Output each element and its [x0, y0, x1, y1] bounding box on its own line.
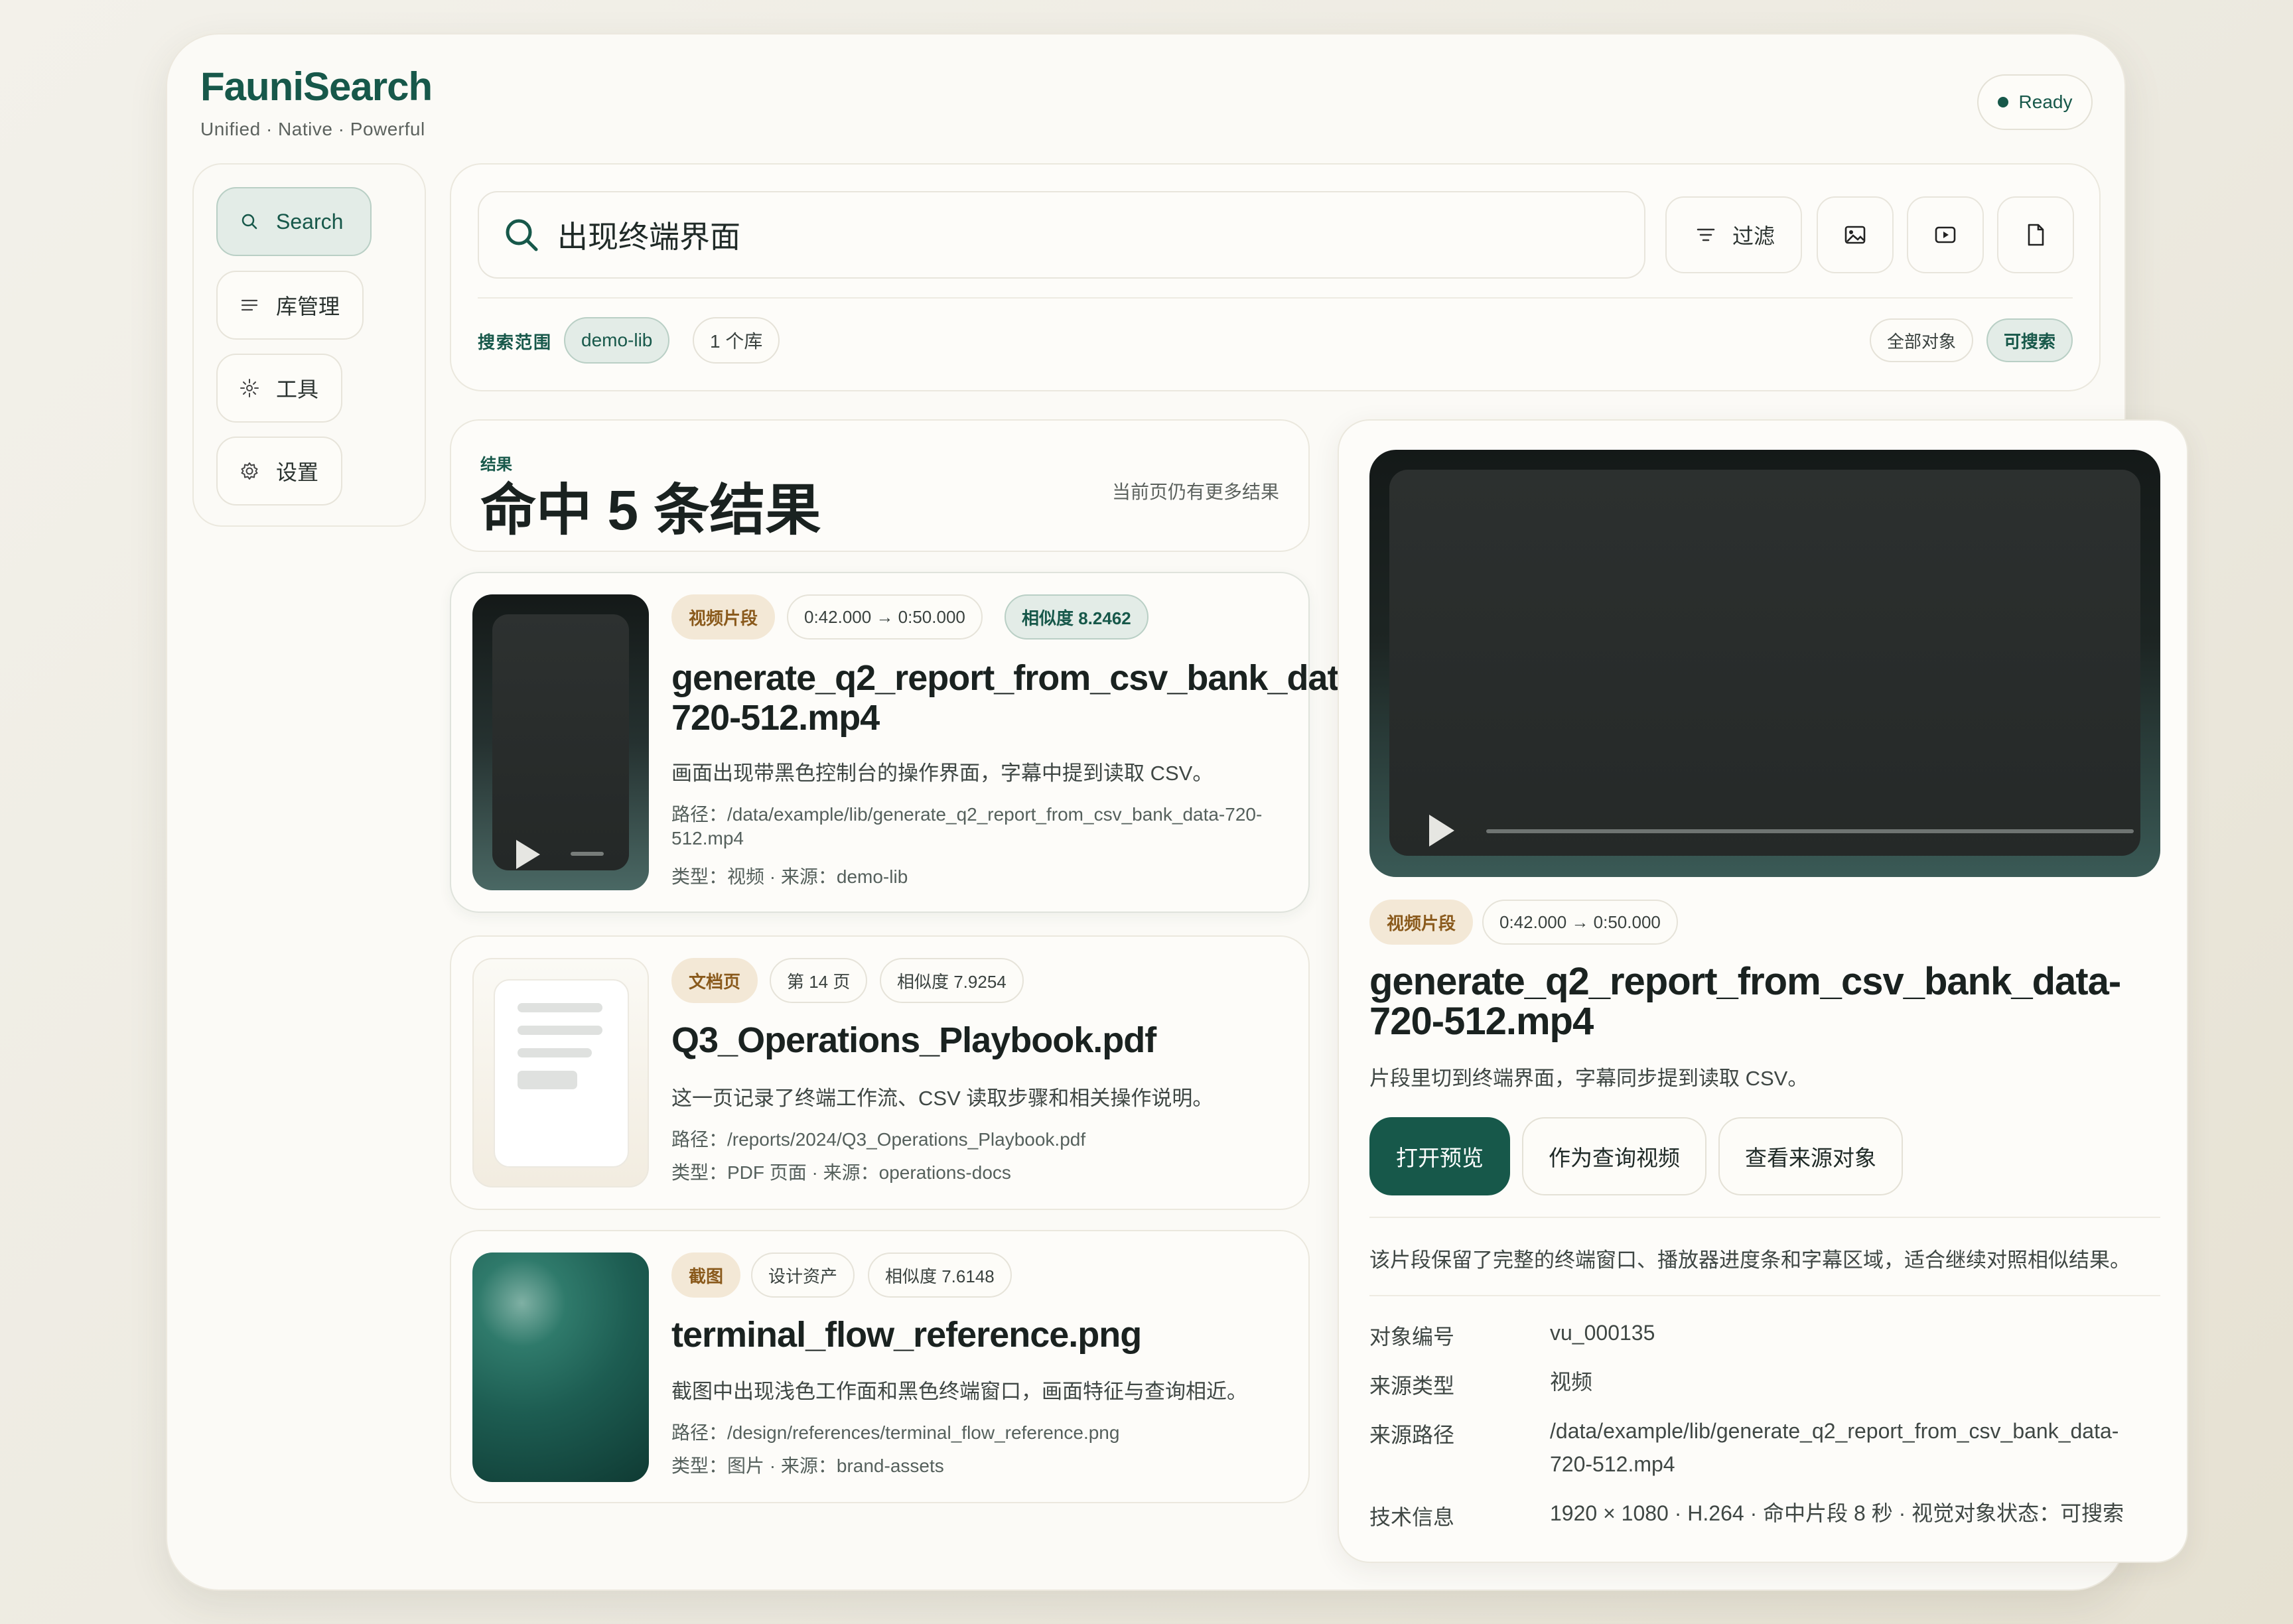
document-search-button[interactable] — [1997, 196, 2074, 273]
result-card-document[interactable]: 文档页 第 14 页 相似度 7.9254 Q3_Operations_Play… — [450, 935, 1310, 1210]
result-meta: 类型：图片 · 来源：brand-assets — [671, 1455, 944, 1476]
search-icon — [242, 214, 257, 230]
video-thumbnail — [472, 594, 649, 890]
result-meta: 类型：视频 · 来源：demo-lib — [671, 866, 908, 887]
video-player[interactable] — [1369, 450, 2160, 877]
detail-note: 该片段保留了完整的终端窗口、播放器进度条和字幕区域，适合继续对照相似结果。 — [1369, 1249, 2130, 1272]
type-tag: 截图 — [671, 1252, 741, 1298]
result-path: 路径：/data/example/lib/generate_q2_report_… — [671, 800, 1262, 853]
result-path: 路径：/design/references/terminal_flow_refe… — [671, 1422, 1120, 1443]
player-progress-bar[interactable] — [1486, 829, 2134, 833]
filter-button[interactable]: 过滤 — [1665, 196, 1802, 273]
divider — [1369, 1295, 2160, 1296]
sidebar-item-search[interactable]: Search — [216, 187, 372, 256]
result-path-line: 路径：/data/example/lib/generate_q2_report_… — [671, 804, 1263, 825]
detail-panel: 视频片段 0:42.000 → 0:50.000 generate_q2_rep… — [1338, 419, 2188, 1563]
filter-icon — [1697, 228, 1715, 241]
field-value: 1920 × 1080 · H.264 · 命中片段 8 秒 · 视觉对象状态：… — [1550, 1501, 2124, 1525]
open-preview-button[interactable]: 打开预览 — [1369, 1117, 1510, 1195]
scope-library-chip[interactable]: demo-lib — [564, 317, 670, 364]
field-label: 来源类型 — [1369, 1374, 1455, 1398]
sidebar-item-settings[interactable]: 设置 — [216, 437, 342, 506]
field-label: 对象编号 — [1369, 1325, 1455, 1349]
gear-icon — [241, 462, 258, 480]
time-range-tag: 0:42.000 → 0:50.000 — [1482, 900, 1678, 945]
result-title-line: 720-512.mp4 — [671, 698, 880, 738]
document-icon — [2028, 224, 2044, 246]
all-objects-chip[interactable]: 全部对象 — [1870, 318, 1974, 362]
result-title-line: generate_q2_report_from_csv_bank_data- — [671, 658, 1369, 698]
sidebar-item-library[interactable]: 库管理 — [216, 271, 364, 340]
sidebar-item-label: 工具 — [276, 377, 319, 401]
use-as-query-button[interactable]: 作为查询视频 — [1522, 1117, 1706, 1195]
detail-description: 片段里切到终端界面，字幕同步提到读取 CSV。 — [1369, 1067, 1809, 1090]
time-range-tag: 0:42.000 → 0:50.000 — [787, 594, 983, 640]
results-title: 命中 5 条结果 — [480, 479, 821, 541]
view-source-button[interactable]: 查看来源对象 — [1718, 1117, 1903, 1195]
page-tag: 第 14 页 — [770, 958, 868, 1003]
result-title[interactable]: Q3_Operations_Playbook.pdf — [671, 1020, 1156, 1060]
document-thumbnail — [472, 958, 649, 1187]
results-header: 结果 命中 5 条结果 当前页仍有更多结果 — [450, 419, 1310, 552]
type-tag: 视频片段 — [671, 594, 776, 640]
divider — [478, 297, 2073, 299]
image-icon — [1844, 226, 1866, 244]
sidebar: Search 库管理 工具 设置 — [192, 163, 426, 527]
video-screen — [1389, 470, 2140, 856]
score-tag: 相似度 7.6148 — [868, 1252, 1012, 1298]
sidebar-item-label: 库管理 — [276, 295, 340, 318]
searchable-chip[interactable]: 可搜索 — [1986, 318, 2073, 362]
type-tag: 视频片段 — [1369, 900, 1474, 945]
image-thumbnail — [472, 1252, 649, 1482]
scope-label: 搜索范围 — [478, 332, 553, 352]
search-input[interactable] — [557, 217, 1553, 253]
result-meta: 类型：PDF 页面 · 来源：operations-docs — [671, 1162, 1011, 1183]
result-description: 画面出现带黑色控制台的操作界面，字幕中提到读取 CSV。 — [671, 762, 1214, 785]
type-tag: 文档页 — [671, 958, 758, 1003]
play-icon — [516, 840, 540, 869]
sparkle-icon — [240, 379, 259, 397]
field-label: 来源路径 — [1369, 1423, 1455, 1447]
divider — [1369, 1217, 2160, 1218]
scope-count-chip[interactable]: 1 个库 — [693, 317, 780, 364]
result-card-image[interactable]: 截图 设计资产 相似度 7.6148 terminal_flow_referen… — [450, 1230, 1310, 1503]
progress-bar — [571, 852, 604, 856]
video-icon — [1935, 226, 1956, 243]
status-label: Ready — [2018, 92, 2073, 112]
score-tag: 相似度 8.2462 — [1005, 594, 1148, 640]
detail-title: generate_q2_report_from_csv_bank_data-72… — [1369, 960, 2121, 1043]
result-card-video[interactable]: 视频片段 0:42.000 → 0:50.000 相似度 8.2462 gene… — [450, 572, 1369, 913]
video-search-button[interactable] — [1907, 196, 1984, 273]
search-icon — [506, 219, 538, 251]
search-panel: 过滤 搜索范围 demo-lib 1 个库 全部对象 可搜索 — [450, 163, 2101, 391]
sidebar-item-label: 设置 — [276, 460, 319, 484]
search-box[interactable] — [478, 191, 1645, 279]
score-tag: 相似度 7.9254 — [880, 958, 1024, 1003]
results-note: 当前页仍有更多结果 — [1111, 482, 1279, 502]
field-value: vu_000135 — [1550, 1321, 1655, 1345]
result-title[interactable]: generate_q2_report_from_csv_bank_data- 7… — [671, 658, 1369, 738]
field-value: /data/example/lib/generate_q2_report_fro… — [1550, 1419, 2119, 1476]
result-title[interactable]: terminal_flow_reference.png — [671, 1315, 1142, 1355]
result-path: 路径：/reports/2024/Q3_Operations_Playbook.… — [671, 1129, 1086, 1150]
status-badge: Ready — [1977, 74, 2093, 130]
play-icon[interactable] — [1429, 815, 1454, 846]
brand: FauniSearch Unified · Native · Powerful — [200, 64, 433, 140]
filter-label: 过滤 — [1732, 224, 1775, 248]
app-tagline: Unified · Native · Powerful — [200, 119, 425, 139]
result-description: 这一页记录了终端工作流、CSV 读取步骤和相关操作说明。 — [671, 1087, 1214, 1110]
image-search-button[interactable] — [1817, 196, 1894, 273]
sidebar-item-tools[interactable]: 工具 — [216, 354, 342, 423]
sidebar-item-label: Search — [276, 209, 344, 234]
result-description: 截图中出现浅色工作面和黑色终端窗口，画面特征与查询相近。 — [671, 1380, 1247, 1403]
list-icon — [241, 299, 258, 311]
field-label: 技术信息 — [1369, 1505, 1455, 1529]
status-dot-icon — [1997, 97, 2008, 107]
field-value: 视频 — [1550, 1370, 1593, 1394]
category-tag: 设计资产 — [751, 1252, 855, 1298]
app-title: FauniSearch — [200, 64, 433, 109]
